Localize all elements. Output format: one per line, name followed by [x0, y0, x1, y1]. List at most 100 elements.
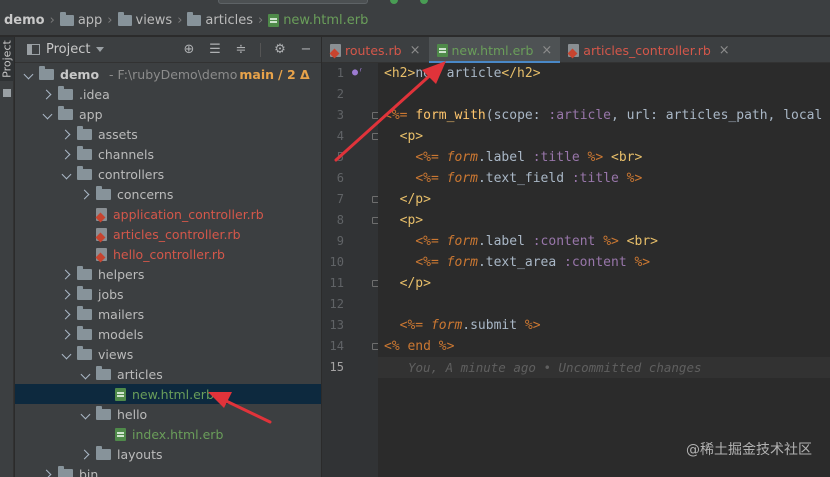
editor-tab[interactable]: articles_controller.rb × [560, 37, 737, 63]
editor-tab-label: articles_controller.rb [583, 42, 711, 58]
code-line: <%= form.text_area :content %> [415, 255, 651, 270]
tree-item[interactable]: demo - F:\rubyDemo\demo main/ 2 Δ [15, 64, 321, 84]
locate-file-icon[interactable]: ⊕ [182, 43, 196, 57]
folder-icon [96, 445, 111, 460]
line-number: 15 [329, 360, 344, 374]
chevron-down-icon[interactable] [80, 368, 92, 380]
line-number: 5 [336, 150, 344, 164]
chevron-right-icon[interactable] [61, 288, 73, 300]
tree-item-label: channels [98, 146, 154, 162]
line-number: 12 [329, 297, 344, 311]
breadcrumb-item[interactable]: views [117, 12, 172, 28]
tree-item[interactable]: articles [15, 364, 321, 384]
chevron-right-icon[interactable] [80, 448, 92, 460]
expand-all-icon[interactable]: ☰ [208, 43, 222, 57]
folder-icon [58, 465, 73, 477]
run-config-selector[interactable] [218, 0, 368, 4]
tree-item-label: articles [117, 366, 163, 382]
project-tool-tab[interactable]: Project [0, 37, 14, 81]
git-changes-count: / 2 Δ [278, 66, 310, 82]
code-line: <%= form.submit %> [399, 318, 541, 333]
chevron-down-icon[interactable] [80, 408, 92, 420]
tree-item[interactable]: models [15, 324, 321, 344]
tree-item-label: models [98, 326, 144, 342]
tree-item[interactable]: jobs [15, 284, 321, 304]
tree-item[interactable]: controllers [15, 164, 321, 184]
line-number: 10 [329, 255, 344, 269]
tree-item-label: app [79, 106, 103, 122]
erb-file-icon [268, 14, 280, 27]
chevron-right-icon[interactable] [61, 308, 73, 320]
breadcrumb-item[interactable]: articles [187, 12, 253, 28]
editor-gutter: ●ʳ 1 2 3 4 5 6 7 8 9 10 11 12 13 14 15 [322, 63, 379, 477]
chevron-down-icon[interactable] [61, 348, 73, 360]
tree-item[interactable]: helpers [15, 264, 321, 284]
folder-icon [187, 12, 202, 26]
code-line: </p> [399, 192, 431, 207]
code-editor[interactable]: <h2>new article</h2> <%= form_with(scope… [378, 63, 830, 477]
debug-icon[interactable] [420, 0, 428, 4]
breadcrumb-item[interactable]: app [59, 12, 102, 28]
tree-item[interactable]: hello [15, 404, 321, 424]
chevron-down-icon[interactable] [61, 168, 73, 180]
caret-down-icon[interactable] [96, 47, 105, 52]
watermark: @稀土掘金技术社区 [686, 442, 812, 458]
code-line: <%= form_with(scope: :article, url: arti… [384, 108, 823, 123]
folder-icon [39, 65, 54, 80]
breadcrumb-item[interactable]: new.html.erb [268, 13, 368, 28]
tree-item[interactable]: assets [15, 124, 321, 144]
tree-item[interactable]: hello_controller.rb [15, 244, 321, 264]
chevron-right-icon[interactable] [61, 328, 73, 340]
chevron-right-icon[interactable] [42, 88, 54, 100]
tree-item[interactable]: views [15, 344, 321, 364]
folder-icon [117, 12, 132, 26]
tree-item[interactable]: mailers [15, 304, 321, 324]
structure-icon[interactable] [3, 89, 11, 97]
tree-item[interactable]: application_controller.rb [15, 204, 321, 224]
hide-icon[interactable]: − [299, 43, 313, 57]
ruby-file-icon [96, 247, 107, 261]
tree-item[interactable]: articles_controller.rb [15, 224, 321, 244]
run-icon[interactable] [390, 0, 398, 4]
close-icon[interactable]: × [719, 43, 730, 58]
chevron-right-icon[interactable] [61, 268, 73, 280]
line-number: 4 [336, 129, 344, 143]
folder-icon [77, 165, 92, 180]
tree-item-label: controllers [98, 166, 165, 182]
tree-item-label: hello [117, 406, 148, 422]
tree-item[interactable]: app [15, 104, 321, 124]
tree-item[interactable]: concerns [15, 184, 321, 204]
tree-item-label: assets [98, 126, 138, 142]
project-view-selector[interactable]: Project [46, 42, 90, 57]
tree-item-label: hello_controller.rb [113, 246, 225, 262]
chevron-right-icon[interactable] [80, 188, 92, 200]
chevron-right-icon[interactable] [61, 128, 73, 140]
git-author-icon[interactable]: ●ʳ [352, 67, 364, 78]
chevron-down-icon[interactable] [23, 68, 35, 80]
chevron-right-icon[interactable] [61, 148, 73, 160]
tree-item[interactable]: bin [15, 464, 321, 477]
chevron-right-icon: › [107, 13, 113, 28]
tree-item[interactable]: index.html.erb [15, 424, 321, 444]
ruby-file-icon [96, 207, 107, 221]
project-panel-header: Project ⊕ ☰ ≑ ⚙ − [15, 37, 321, 63]
close-icon[interactable]: × [541, 43, 552, 58]
breadcrumb-item[interactable]: demo [4, 13, 45, 28]
tree-item-label: .idea [79, 86, 110, 102]
chevron-down-icon[interactable] [42, 108, 54, 120]
collapse-all-icon[interactable]: ≑ [234, 43, 248, 57]
tree-item[interactable]: new.html.erb [15, 384, 321, 404]
chevron-right-icon[interactable] [42, 468, 54, 477]
line-number: 13 [329, 318, 344, 332]
gear-icon[interactable]: ⚙ [273, 43, 287, 57]
line-number: 9 [336, 234, 344, 248]
tree-item[interactable]: layouts [15, 444, 321, 464]
tree-item[interactable]: channels [15, 144, 321, 164]
line-number: 3 [336, 108, 344, 122]
close-icon[interactable]: × [410, 43, 421, 58]
editor-tab[interactable]: new.html.erb × [428, 37, 561, 64]
tree-item[interactable]: .idea [15, 84, 321, 104]
git-branch: main [239, 66, 275, 82]
editor-tab[interactable]: routes.rb × [322, 37, 429, 63]
